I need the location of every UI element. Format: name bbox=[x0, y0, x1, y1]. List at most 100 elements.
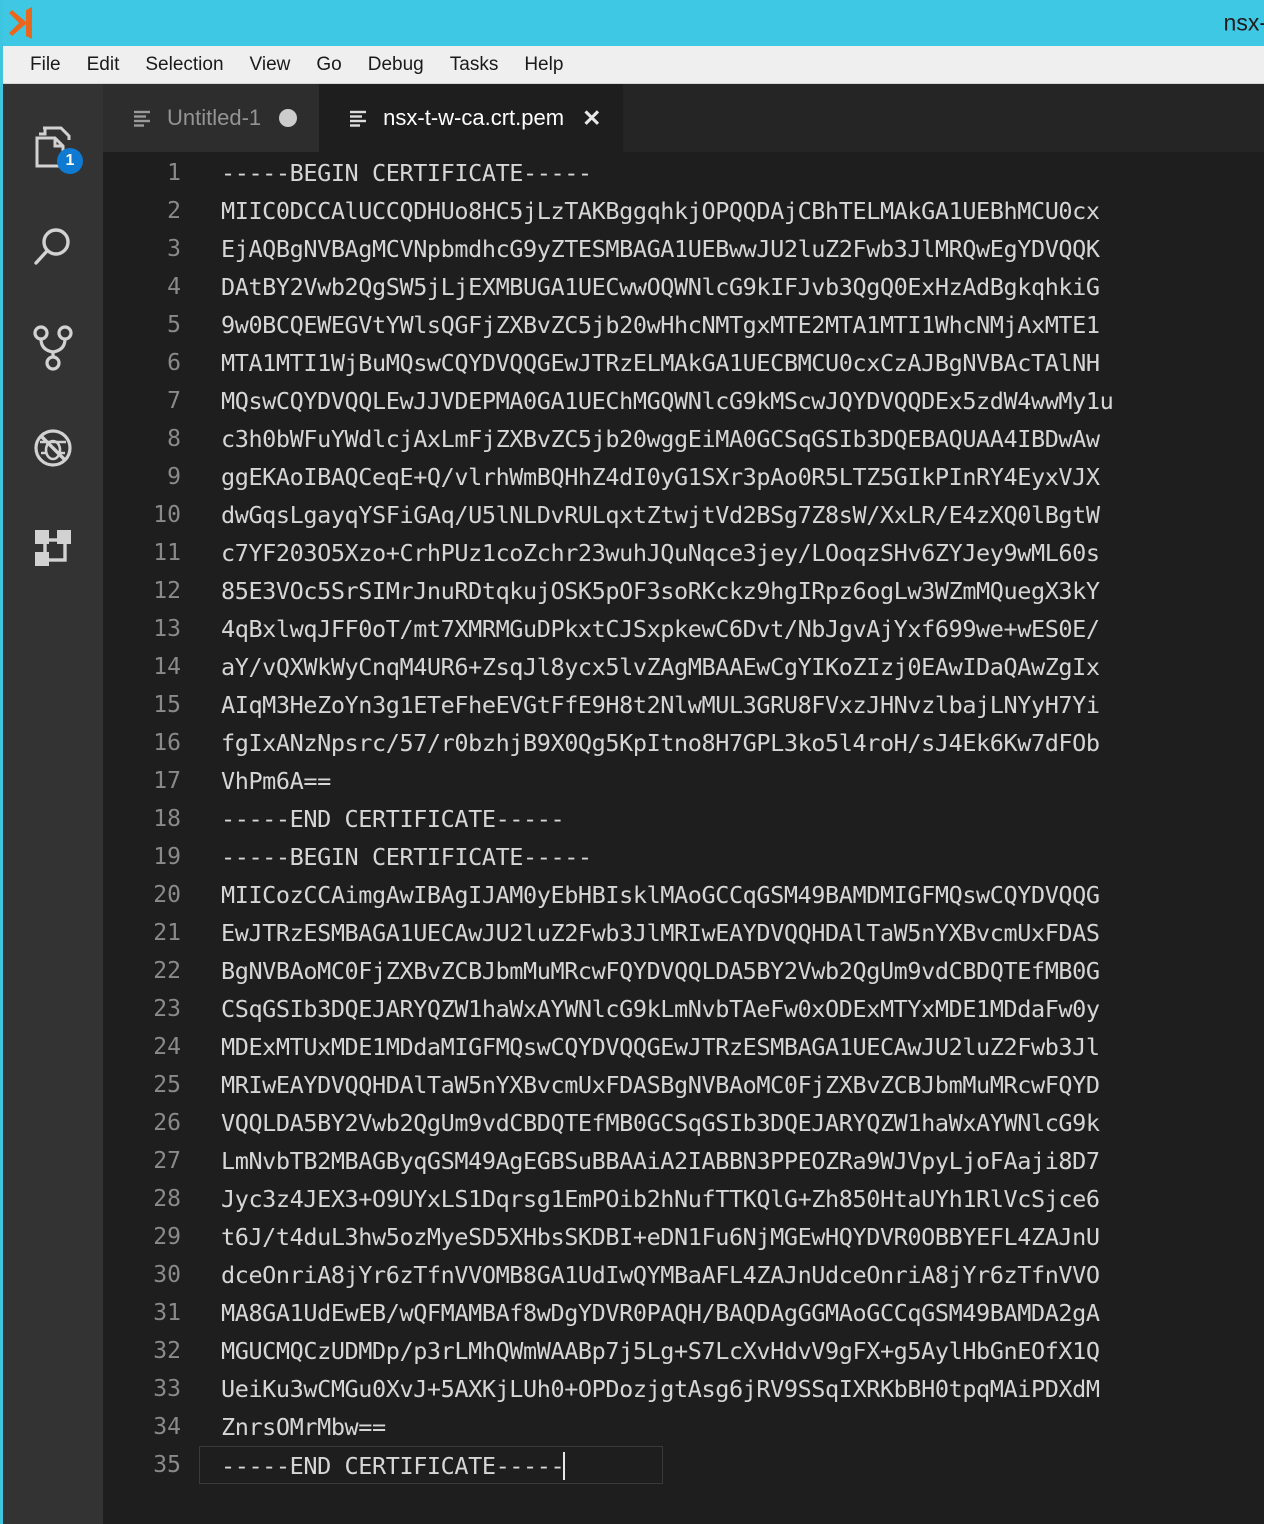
code-line[interactable]: 3 EjAQBgNVBAgMCVNpbmdhcG9yZTESMBAGA1UEBww… bbox=[103, 230, 1264, 268]
line-number: 19 bbox=[153, 844, 181, 870]
tab-dirty-indicator[interactable] bbox=[279, 109, 298, 127]
code-line[interactable]: 33 UeiKu3wCMGu0XvJ+5AXKjLUh0+OPDozjgtAsg6… bbox=[103, 1370, 1264, 1408]
code-line-text[interactable]: UeiKu3wCMGu0XvJ+5AXKjLUh0+OPDozjgtAsg6jR… bbox=[199, 1370, 1264, 1408]
line-number: 16 bbox=[153, 730, 181, 756]
code-line[interactable]: 19 -----BEGIN CERTIFICATE----- bbox=[103, 838, 1264, 876]
code-line-text[interactable]: -----END CERTIFICATE----- bbox=[199, 800, 1264, 838]
code-line-text[interactable]: BgNVBAoMC0FjZXBvZCBJbmMuMRcwFQYDVQQLDA5B… bbox=[199, 952, 1264, 990]
code-line-text[interactable]: -----BEGIN CERTIFICATE----- bbox=[199, 838, 1264, 876]
line-number: 1 bbox=[167, 160, 181, 186]
sidebar-item-extensions[interactable] bbox=[3, 498, 103, 598]
code-line[interactable]: 21 EwJTRzESMBAGA1UECAwJU2luZ2Fwb3JlMRIwEA… bbox=[103, 914, 1264, 952]
line-number: 15 bbox=[153, 692, 181, 718]
code-line-text[interactable]: 85E3VOc5SrSIMrJnuRDtqkujOSK5pOF3soRKckz9… bbox=[199, 572, 1264, 610]
close-icon[interactable]: ✕ bbox=[582, 106, 601, 130]
code-line[interactable]: 1 -----BEGIN CERTIFICATE----- bbox=[103, 154, 1264, 192]
code-line-text[interactable]: MQswCQYDVQQLEwJJVDEPMA0GA1UEChMGQWNlcG9k… bbox=[199, 382, 1264, 420]
code-line[interactable]: 27 LmNvbTB2MBAGByqGSM49AgEGBSuBBAAiA2IABB… bbox=[103, 1142, 1264, 1180]
code-line[interactable]: 26 VQQLDA5BY2Vwb2QgUm9vdCBDQTEfMB0GCSqGSI… bbox=[103, 1104, 1264, 1142]
editor-tab-bar: Untitled-1 nsx-t-w-ca.crt.pem ✕ bbox=[103, 84, 1264, 152]
code-line[interactable]: 15 AIqM3HeZoYn3g1ETeFheEVGtFfE9H8t2NlwMUL… bbox=[103, 686, 1264, 724]
code-line-text[interactable]: ggEKAoIBAQCeqE+Q/vlrhWmBQHhZ4dI0yG1SXr3p… bbox=[199, 458, 1264, 496]
code-line[interactable]: 25 MRIwEAYDVQQHDAlTaW5nYXBvcmUxFDASBgNVBA… bbox=[103, 1066, 1264, 1104]
code-line[interactable]: 30 dceOnriA8jYr6zTfnVVOMB8GA1UdIwQYMBaAFL… bbox=[103, 1256, 1264, 1294]
code-line[interactable]: 8 c3h0bWFuYWdlcjAxLmFjZXBvZC5jb20wggEiMA0… bbox=[103, 420, 1264, 458]
code-line-text[interactable]: CSqGSIb3DQEJARYQZW1haWxAYWNlcG9kLmNvbTAe… bbox=[199, 990, 1264, 1028]
code-line[interactable]: 6 MTA1MTI1WjBuMQswCQYDVQQGEwJTRzELMAkGA1U… bbox=[103, 344, 1264, 382]
code-line-text[interactable]: dceOnriA8jYr6zTfnVVOMB8GA1UdIwQYMBaAFL4Z… bbox=[199, 1256, 1264, 1294]
code-line[interactable]: 5 9w0BCQEWEGVtYWlsQGFjZXBvZC5jb20wHhcNMTg… bbox=[103, 306, 1264, 344]
text-file-icon bbox=[347, 107, 369, 129]
code-line-text[interactable]: AIqM3HeZoYn3g1ETeFheEVGtFfE9H8t2NlwMUL3G… bbox=[199, 686, 1264, 724]
code-line-text[interactable]: VhPm6A== bbox=[199, 762, 1264, 800]
code-line-text[interactable]: ZnrsOMrMbw== bbox=[199, 1408, 1264, 1446]
code-line[interactable]: 20 MIICozCCAimgAwIBAgIJAM0yEbHBIsklMAoGCC… bbox=[103, 876, 1264, 914]
code-line-text[interactable]: MTA1MTI1WjBuMQswCQYDVQQGEwJTRzELMAkGA1UE… bbox=[199, 344, 1264, 382]
code-line-text[interactable]: dwGqsLgayqYSFiGAq/U5lNLDvRULqxtZtwjtVd2B… bbox=[199, 496, 1264, 534]
menu-bar: File Edit Selection View Go Debug Tasks … bbox=[3, 46, 1264, 84]
tab-untitled-1[interactable]: Untitled-1 bbox=[103, 84, 320, 152]
code-line[interactable]: 18 -----END CERTIFICATE----- bbox=[103, 800, 1264, 838]
code-line[interactable]: 23 CSqGSIb3DQEJARYQZW1haWxAYWNlcG9kLmNvbT… bbox=[103, 990, 1264, 1028]
code-line[interactable]: 24 MDExMTUxMDE1MDdaMIGFMQswCQYDVQQGEwJTRz… bbox=[103, 1028, 1264, 1066]
code-line[interactable]: 2 MIIC0DCCAlUCCQDHUo8HC5jLzTAKBggqhkjOPQQ… bbox=[103, 192, 1264, 230]
code-line[interactable]: 12 85E3VOc5SrSIMrJnuRDtqkujOSK5pOF3soRKck… bbox=[103, 572, 1264, 610]
code-line-text[interactable]: MDExMTUxMDE1MDdaMIGFMQswCQYDVQQGEwJTRzES… bbox=[199, 1028, 1264, 1066]
code-line-text[interactable]: MRIwEAYDVQQHDAlTaW5nYXBvcmUxFDASBgNVBAoM… bbox=[199, 1066, 1264, 1104]
sidebar-item-explorer[interactable]: 1 bbox=[3, 98, 103, 198]
code-line[interactable]: 4 DAtBY2Vwb2QgSW5jLjEXMBUGA1UECwwOQWNlcG9… bbox=[103, 268, 1264, 306]
menu-debug[interactable]: Debug bbox=[355, 52, 437, 78]
line-number: 9 bbox=[167, 464, 181, 490]
code-line-text[interactable]: aY/vQXWkWyCnqM4UR6+ZsqJl8ycx5lvZAgMBAAEw… bbox=[199, 648, 1264, 686]
window-title: nsx- bbox=[1223, 9, 1264, 36]
code-line[interactable]: 34 ZnrsOMrMbw== bbox=[103, 1408, 1264, 1446]
menu-tasks[interactable]: Tasks bbox=[437, 52, 512, 78]
code-line[interactable]: 9 ggEKAoIBAQCeqE+Q/vlrhWmBQHhZ4dI0yG1SXr3… bbox=[103, 458, 1264, 496]
code-editor[interactable]: 1 -----BEGIN CERTIFICATE----- 2 MIIC0DCCAlU… bbox=[103, 152, 1264, 1524]
code-line-text[interactable]: c3h0bWFuYWdlcjAxLmFjZXBvZC5jb20wggEiMA0G… bbox=[199, 420, 1264, 458]
code-line-text[interactable]: DAtBY2Vwb2QgSW5jLjEXMBUGA1UECwwOQWNlcG9k… bbox=[199, 268, 1264, 306]
code-line-text[interactable]: 4qBxlwqJFF0oT/mt7XMRMGuDPkxtCJSxpkewC6Dv… bbox=[199, 610, 1264, 648]
menu-selection[interactable]: Selection bbox=[132, 52, 236, 78]
menu-file[interactable]: File bbox=[17, 52, 74, 78]
code-line-text[interactable]: c7YF203O5Xzo+CrhPUz1coZchr23wuhJQuNqce3j… bbox=[199, 534, 1264, 572]
code-line-text[interactable]: fgIxANzNpsrc/57/r0bzhjB9X0Qg5KpItno8H7GP… bbox=[199, 724, 1264, 762]
code-line-text[interactable]: LmNvbTB2MBAGByqGSM49AgEGBSuBBAAiA2IABBN3… bbox=[199, 1142, 1264, 1180]
code-line-text[interactable]: t6J/t4duL3hw5ozMyeSD5XHbsSKDBI+eDN1Fu6Nj… bbox=[199, 1218, 1264, 1256]
code-line[interactable]: 22 BgNVBAoMC0FjZXBvZCBJbmMuMRcwFQYDVQQLDA… bbox=[103, 952, 1264, 990]
vscode-logo-icon bbox=[5, 4, 43, 42]
code-line-text[interactable]: MGUCMQCzUDMDp/p3rLMhQWmWAABp7j5Lg+S7LcXv… bbox=[199, 1332, 1264, 1370]
code-line[interactable]: 14 aY/vQXWkWyCnqM4UR6+ZsqJl8ycx5lvZAgMBAA… bbox=[103, 648, 1264, 686]
code-line[interactable]: 7 MQswCQYDVQQLEwJJVDEPMA0GA1UEChMGQWNlcG9… bbox=[103, 382, 1264, 420]
code-line[interactable]: 31 MA8GA1UdEwEB/wQFMAMBAf8wDgYDVR0PAQH/BA… bbox=[103, 1294, 1264, 1332]
sidebar-item-search[interactable] bbox=[3, 198, 103, 298]
menu-go[interactable]: Go bbox=[303, 52, 354, 78]
code-line-text[interactable]: -----END CERTIFICATE----- bbox=[199, 1446, 663, 1484]
code-line[interactable]: 29 t6J/t4duL3hw5ozMyeSD5XHbsSKDBI+eDN1Fu6… bbox=[103, 1218, 1264, 1256]
code-line[interactable]: 35 -----END CERTIFICATE----- bbox=[103, 1446, 1264, 1484]
source-control-branch-icon bbox=[27, 322, 79, 374]
tab-nsx-t-w-ca-crt-pem[interactable]: nsx-t-w-ca.crt.pem ✕ bbox=[319, 84, 624, 152]
sidebar-item-source-control[interactable] bbox=[3, 298, 103, 398]
code-line[interactable]: 32 MGUCMQCzUDMDp/p3rLMhQWmWAABp7j5Lg+S7Lc… bbox=[103, 1332, 1264, 1370]
code-line-text[interactable]: EwJTRzESMBAGA1UECAwJU2luZ2Fwb3JlMRIwEAYD… bbox=[199, 914, 1264, 952]
code-line-text[interactable]: VQQLDA5BY2Vwb2QgUm9vdCBDQTEfMB0GCSqGSIb3… bbox=[199, 1104, 1264, 1142]
menu-view[interactable]: View bbox=[237, 52, 304, 78]
code-line[interactable]: 13 4qBxlwqJFF0oT/mt7XMRMGuDPkxtCJSxpkewC6… bbox=[103, 610, 1264, 648]
code-line[interactable]: 16 fgIxANzNpsrc/57/r0bzhjB9X0Qg5KpItno8H7… bbox=[103, 724, 1264, 762]
code-line[interactable]: 28 Jyc3z4JEX3+O9UYxLS1Dqrsg1EmPOib2hNufTT… bbox=[103, 1180, 1264, 1218]
code-line-text[interactable]: -----BEGIN CERTIFICATE----- bbox=[199, 154, 1264, 192]
code-line-text[interactable]: MIIC0DCCAlUCCQDHUo8HC5jLzTAKBggqhkjOPQQD… bbox=[199, 192, 1264, 230]
code-line-text[interactable]: MIICozCCAimgAwIBAgIJAM0yEbHBIsklMAoGCCqG… bbox=[199, 876, 1264, 914]
code-line-text[interactable]: EjAQBgNVBAgMCVNpbmdhcG9yZTESMBAGA1UEBwwJ… bbox=[199, 230, 1264, 268]
menu-help[interactable]: Help bbox=[511, 52, 576, 78]
code-line-text[interactable]: MA8GA1UdEwEB/wQFMAMBAf8wDgYDVR0PAQH/BAQD… bbox=[199, 1294, 1264, 1332]
line-number: 23 bbox=[153, 996, 181, 1022]
code-line[interactable]: 10 dwGqsLgayqYSFiGAq/U5lNLDvRULqxtZtwjtVd… bbox=[103, 496, 1264, 534]
code-line[interactable]: 11 c7YF203O5Xzo+CrhPUz1coZchr23wuhJQuNqce… bbox=[103, 534, 1264, 572]
code-line-text[interactable]: 9w0BCQEWEGVtYWlsQGFjZXBvZC5jb20wHhcNMTgx… bbox=[199, 306, 1264, 344]
sidebar-item-debug[interactable] bbox=[3, 398, 103, 498]
code-line-text[interactable]: Jyc3z4JEX3+O9UYxLS1Dqrsg1EmPOib2hNufTTKQ… bbox=[199, 1180, 1264, 1218]
menu-edit[interactable]: Edit bbox=[74, 52, 133, 78]
code-line[interactable]: 17 VhPm6A== bbox=[103, 762, 1264, 800]
